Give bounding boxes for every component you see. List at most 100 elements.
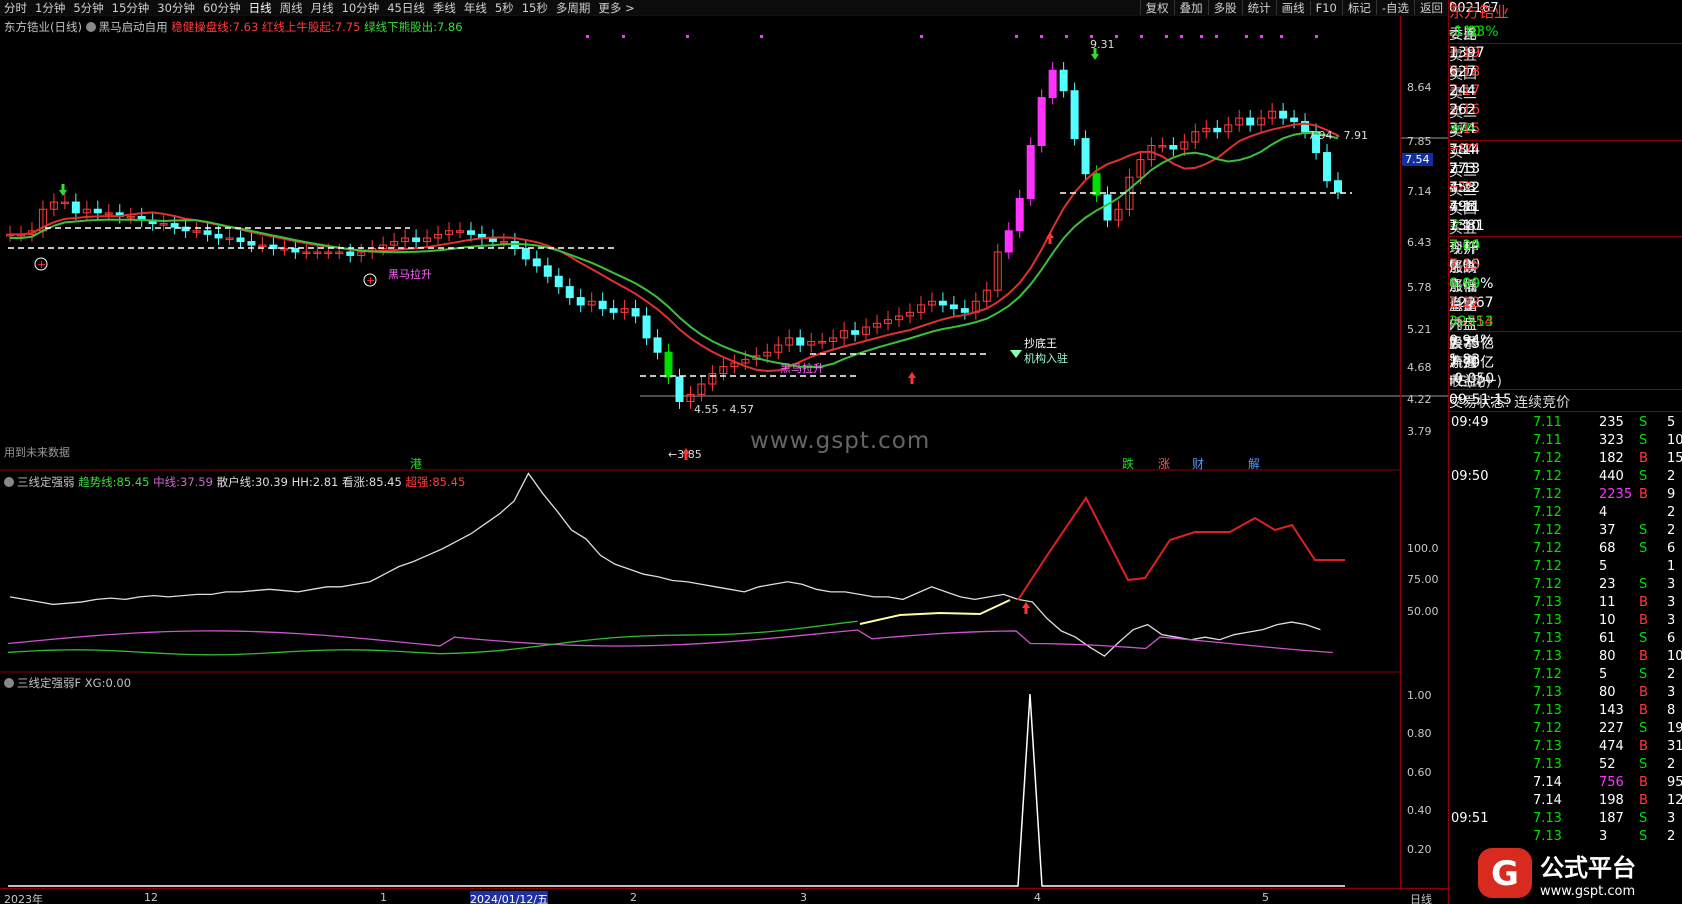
tick-cell: 10 <box>1599 613 1616 628</box>
tick-cell: 323 <box>1599 433 1624 448</box>
line1-value: 7.63 <box>232 20 259 34</box>
tick-cell: 7.12 <box>1533 451 1562 466</box>
tick-cell: B <box>1639 685 1648 700</box>
bull-line-yellow <box>859 599 1011 625</box>
tick-cell: 3 <box>1599 829 1608 844</box>
candle <box>675 376 684 402</box>
tick-cell: 6 <box>1667 631 1676 646</box>
signal-dot <box>760 35 763 38</box>
candle <box>543 265 552 277</box>
logo-url: www.gspt.com <box>1540 884 1635 899</box>
tick-cell: 95 <box>1667 775 1682 790</box>
ask-level-1-cell: -695 <box>1449 121 1474 134</box>
signal-title[interactable]: 三线定强弱F <box>17 676 81 690</box>
tick-cell: 2 <box>1667 829 1676 844</box>
tick-cell: 7.12 <box>1533 721 1562 736</box>
line3-value: 7.86 <box>436 20 463 34</box>
tick-cell: 4 <box>1599 505 1608 520</box>
signal-dot <box>1215 35 1218 38</box>
gear-icon[interactable] <box>4 477 14 487</box>
tick-cell: 3 <box>1667 685 1676 700</box>
tick-cell: 474 <box>1599 739 1624 754</box>
hh-label: HH: <box>291 475 313 489</box>
stat-row-2-cell: 6.99 <box>1449 276 1481 292</box>
tick-cell: 8 <box>1667 703 1676 718</box>
tick-cell: 52 <box>1599 757 1616 772</box>
candle <box>1103 194 1112 221</box>
tick-cell: S <box>1639 469 1648 484</box>
candle <box>1334 180 1342 193</box>
ask-level-4: 卖四 7.18 627 <box>1449 63 1682 83</box>
signal-tick: 0.60 <box>1407 766 1432 779</box>
candle <box>1004 230 1013 253</box>
indicator-tick: 50.00 <box>1407 605 1439 618</box>
tick-cell: 7.14 <box>1533 793 1562 808</box>
tick-cell: 15 <box>1667 451 1682 466</box>
date-tick-4: 2 <box>630 891 637 904</box>
candle <box>1246 117 1255 126</box>
signal-arrow-icon <box>1022 602 1030 614</box>
stat-row-2: 涨幅 0.00% 最低 6.99 <box>1449 275 1682 295</box>
retail-value: 30.39 <box>254 475 288 489</box>
stat-row-5-cell: 7.75亿 <box>1449 336 1495 352</box>
tick-cell: S <box>1639 631 1648 646</box>
candle <box>1081 138 1090 175</box>
stat-row-1: 涨跌 0.00 最高 7.15 <box>1449 256 1682 276</box>
tick-cell: 7.13 <box>1533 613 1562 628</box>
ask-level-1: 卖一 7.15 374 -695 <box>1449 120 1682 140</box>
tick-cell: 7.13 <box>1533 703 1562 718</box>
candle <box>466 230 475 235</box>
trading-status-cell: 09:51:15 <box>1449 392 1512 408</box>
signal-dot <box>1280 35 1283 38</box>
tick-cell: 7.14 <box>1533 775 1562 790</box>
signal-dot <box>686 35 689 38</box>
date-tick-1: 12 <box>144 891 158 904</box>
chart-canvas: 9.317.94 - 7.914.55 - 4.57←3.85黑马拉升黑马拉升抄… <box>0 35 1448 887</box>
indicator-name[interactable]: 黑马启动自用 <box>99 20 168 34</box>
trend-label: 趋势线: <box>78 475 117 489</box>
candle <box>247 241 256 246</box>
stat-row-0: 现价 7.14 今开 7.09 <box>1449 237 1682 257</box>
tick-cell: 2235 <box>1599 487 1633 502</box>
candle <box>1092 173 1101 196</box>
event-marker: 解 <box>1248 457 1260 471</box>
tick-cell: 7.12 <box>1533 469 1562 484</box>
tick-cell: B <box>1639 793 1648 808</box>
gear-icon[interactable] <box>85 22 96 32</box>
tick-cell: 7.13 <box>1533 739 1562 754</box>
candle <box>796 337 805 346</box>
tick-cell: 2 <box>1667 667 1676 682</box>
tick-cell: 7.12 <box>1533 577 1562 592</box>
ask-level-4-cell: 627 <box>1449 64 1476 80</box>
tick-cell: B <box>1639 775 1648 790</box>
tick-row: 7.13 61 S 6 <box>1449 630 1682 648</box>
line2-value: 7.75 <box>334 20 361 34</box>
tick-row: 7.12 37 S 2 <box>1449 522 1682 540</box>
tick-cell: S <box>1639 415 1648 430</box>
retail-label: 散户线: <box>216 475 255 489</box>
candle <box>1213 127 1222 133</box>
stat-row-6-cell: 7.70亿 <box>1449 355 1495 371</box>
price-tick: 5.21 <box>1407 323 1432 336</box>
signal-arrow-icon <box>1046 232 1054 244</box>
indicator-tick: 75.00 <box>1407 573 1439 586</box>
candle <box>653 337 662 353</box>
tick-cell: 3 <box>1667 613 1676 628</box>
ask-level-2: 卖二 7.16 262 <box>1449 101 1682 121</box>
tick-cell: 7.13 <box>1533 595 1562 610</box>
candle <box>1059 69 1068 92</box>
price-tick: 4.22 <box>1407 393 1432 406</box>
indicator-title[interactable]: 三线定强弱 <box>17 475 75 489</box>
order-ratio-cell: -110 <box>1449 24 1481 40</box>
candle <box>170 223 179 228</box>
gear-icon[interactable] <box>4 678 14 688</box>
candle <box>93 208 102 214</box>
price-tick: 7.14 <box>1407 185 1432 198</box>
bid-level-3: 买三 7.12 458 +22 <box>1449 179 1682 199</box>
tick-cell: 2 <box>1667 757 1676 772</box>
tick-row: 7.12 5 1 <box>1449 558 1682 576</box>
tick-cell: 7.12 <box>1533 487 1562 502</box>
tick-cell: 440 <box>1599 469 1624 484</box>
price-tick: 4.68 <box>1407 361 1432 374</box>
tick-cell: 198 <box>1599 793 1624 808</box>
